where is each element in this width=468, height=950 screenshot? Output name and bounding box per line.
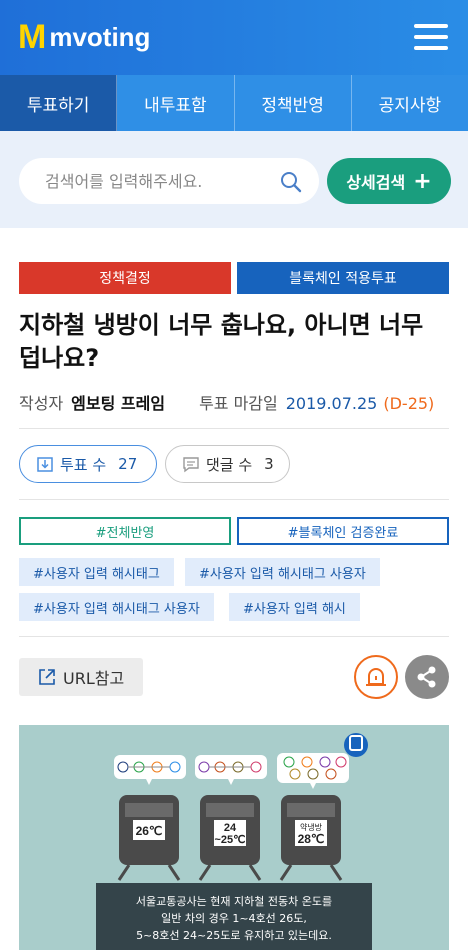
divider	[19, 499, 449, 500]
hashtag-item[interactable]: #사용자 입력 해시태그 사용자	[19, 593, 214, 621]
line-bubble-c	[277, 753, 349, 789]
vote-count-label: 투표 수	[60, 455, 107, 474]
tab-policy[interactable]: 정책반영	[235, 75, 352, 131]
vote-count-value: 27	[118, 455, 138, 473]
post-infographic: 26℃ 24 ~25℃ 약냉방 28℃ 서울교통공사는 현재 지하철 전동차 온…	[19, 725, 449, 950]
infographic-caption: 서울교통공사는 현재 지하철 전동차 온도를 일반 차의 경우 1~4호선 26…	[96, 883, 372, 950]
advanced-search-label: 상세검색	[346, 173, 406, 192]
divider	[19, 636, 449, 637]
comment-count-value: 3	[264, 455, 274, 473]
tab-my-votes[interactable]: 내투표함	[117, 75, 235, 131]
vote-box-icon	[37, 457, 53, 472]
report-siren-button[interactable]	[354, 655, 398, 699]
comment-icon	[183, 457, 199, 473]
url-reference-button[interactable]: URL참고	[19, 658, 143, 696]
url-reference-label: URL참고	[63, 669, 125, 688]
tag-blockchain-verified[interactable]: #블록체인 검증완료	[237, 517, 449, 545]
author-name: 엠보팅 프레임	[71, 394, 166, 413]
caption-line: 5~8호선 24~25도로 유지하고 있는데요.	[136, 929, 332, 942]
logo-text: mvoting	[49, 22, 151, 52]
hashtag-item[interactable]: #사용자 입력 해시태그	[19, 558, 174, 586]
share-button[interactable]	[405, 655, 449, 699]
app-header: M mvoting	[0, 0, 468, 75]
hamburger-menu-icon[interactable]	[414, 22, 452, 52]
author-label: 작성자	[19, 394, 64, 413]
deadline-date: 2019.07.25	[285, 394, 378, 413]
caption-line: 서울교통공사는 현재 지하철 전동차 온도를	[135, 895, 333, 908]
siren-icon	[366, 668, 386, 686]
post-meta: 작성자 엠보팅 프레임 투표 마감일 2019.07.25 (D-25)	[19, 390, 434, 414]
temp-c-top: 약냉방	[300, 822, 323, 832]
blockchain-vote-badge: 블록체인 적용투표	[237, 262, 449, 294]
temp-b-top: 24	[224, 822, 237, 834]
post-title: 지하철 냉방이 너무 춥나요, 아니면 너무 덥나요?	[19, 311, 424, 372]
comment-count-label: 댓글 수	[206, 455, 253, 474]
tab-vote[interactable]: 투표하기	[0, 75, 118, 131]
vote-count-pill[interactable]: 투표 수 27	[19, 445, 157, 483]
search-icon[interactable]	[279, 170, 303, 194]
external-link-icon	[39, 669, 55, 685]
hashtag-item[interactable]: #사용자 입력 해시	[229, 593, 360, 621]
main-tabs: 투표하기 내투표함 정책반영 공지사항	[0, 75, 468, 131]
search-input[interactable]	[45, 158, 275, 204]
mvoting-logo[interactable]: M mvoting	[18, 20, 150, 54]
comment-count-pill[interactable]: 댓글 수 3	[165, 445, 290, 483]
share-icon	[417, 666, 436, 688]
line-bubble-a	[114, 755, 186, 785]
hashtag-item[interactable]: #사용자 입력 해시태그 사용자	[185, 558, 380, 586]
search-box	[19, 158, 319, 204]
tab-notice[interactable]: 공지사항	[352, 75, 468, 131]
plus-icon: +	[413, 168, 432, 194]
search-section: 상세검색 +	[0, 131, 468, 228]
deadline-label: 투표 마감일	[199, 394, 278, 413]
tag-full-reflect[interactable]: #전체반영	[19, 517, 231, 545]
divider	[19, 428, 449, 429]
logo-mark: M	[18, 18, 46, 56]
dday-count: (D-25)	[383, 394, 435, 413]
advanced-search-button[interactable]: 상세검색 +	[327, 158, 451, 204]
caption-line: 일반 차의 경우 1~4호선 26도,	[161, 912, 307, 925]
temp-a: 26℃	[136, 824, 163, 838]
policy-decision-badge: 정책결정	[19, 262, 231, 294]
temp-b-bottom: ~25℃	[214, 834, 245, 846]
line-bubble-b	[195, 755, 267, 785]
temp-c-bottom: 28℃	[298, 832, 325, 846]
